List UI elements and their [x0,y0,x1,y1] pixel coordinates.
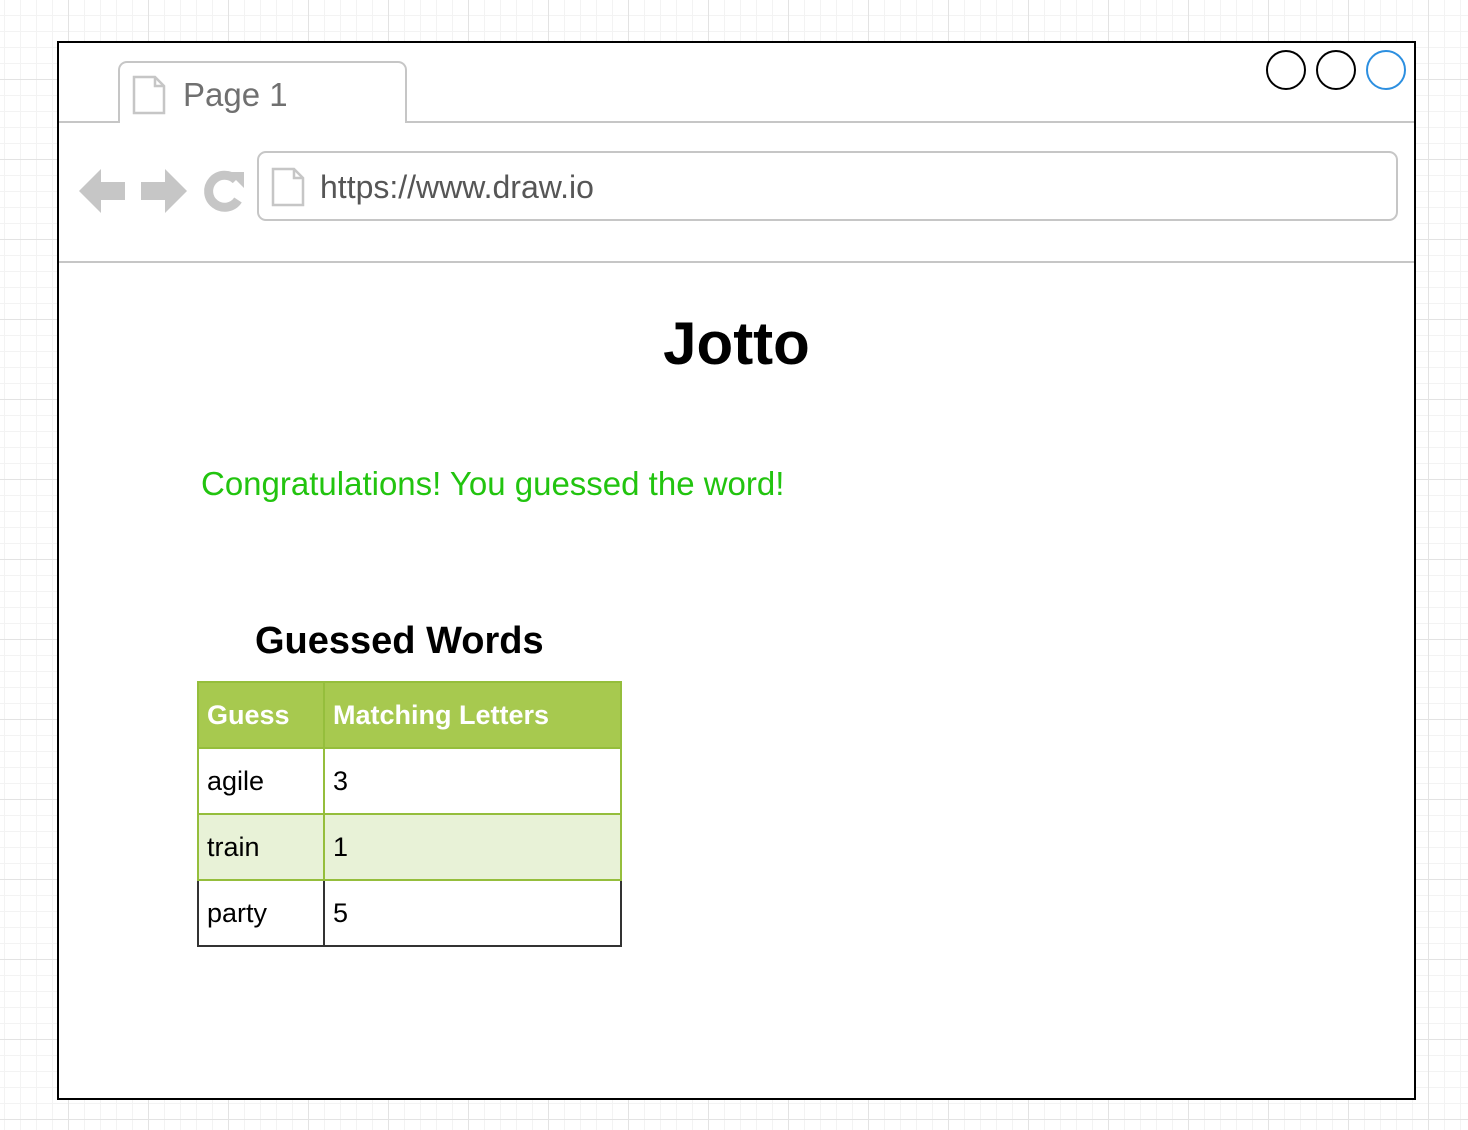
url-text[interactable]: https://www.draw.io [320,168,594,206]
page-icon [271,167,305,207]
column-header-matching-letters: Matching Letters [323,681,622,749]
table-row: agile 3 [197,747,622,815]
matching-letters-cell: 1 [323,813,622,881]
matching-letters-cell: 3 [323,747,622,815]
guess-cell: agile [197,747,325,815]
close-button[interactable] [1366,50,1406,90]
table-header-row: Guess Matching Letters [197,681,622,749]
minimize-button[interactable] [1266,50,1306,90]
reload-icon[interactable] [200,166,248,216]
browser-tab[interactable]: Page 1 [118,61,407,123]
guess-cell: train [197,813,325,881]
page-title: Jotto [663,310,810,377]
back-arrow-icon[interactable] [79,166,127,216]
table-row: party 5 [197,879,622,947]
forward-arrow-icon[interactable] [139,166,187,216]
guess-cell: party [197,879,325,947]
guessed-words-table: Guess Matching Letters agile 3 train 1 p… [197,681,622,947]
maximize-button[interactable] [1316,50,1356,90]
column-header-guess: Guess [197,681,325,749]
success-message: Congratulations! You guessed the word! [201,465,785,502]
matching-letters-cell: 5 [323,879,622,947]
page-icon [132,75,166,115]
browser-window: Page 1 https://www.draw.io Jotto Congrat… [57,41,1416,1100]
toolbar-divider [59,261,1414,263]
table-row: train 1 [197,813,622,881]
tab-title: Page 1 [183,76,288,113]
address-bar[interactable]: https://www.draw.io [257,151,1398,221]
guessed-words-heading: Guessed Words [255,620,544,662]
